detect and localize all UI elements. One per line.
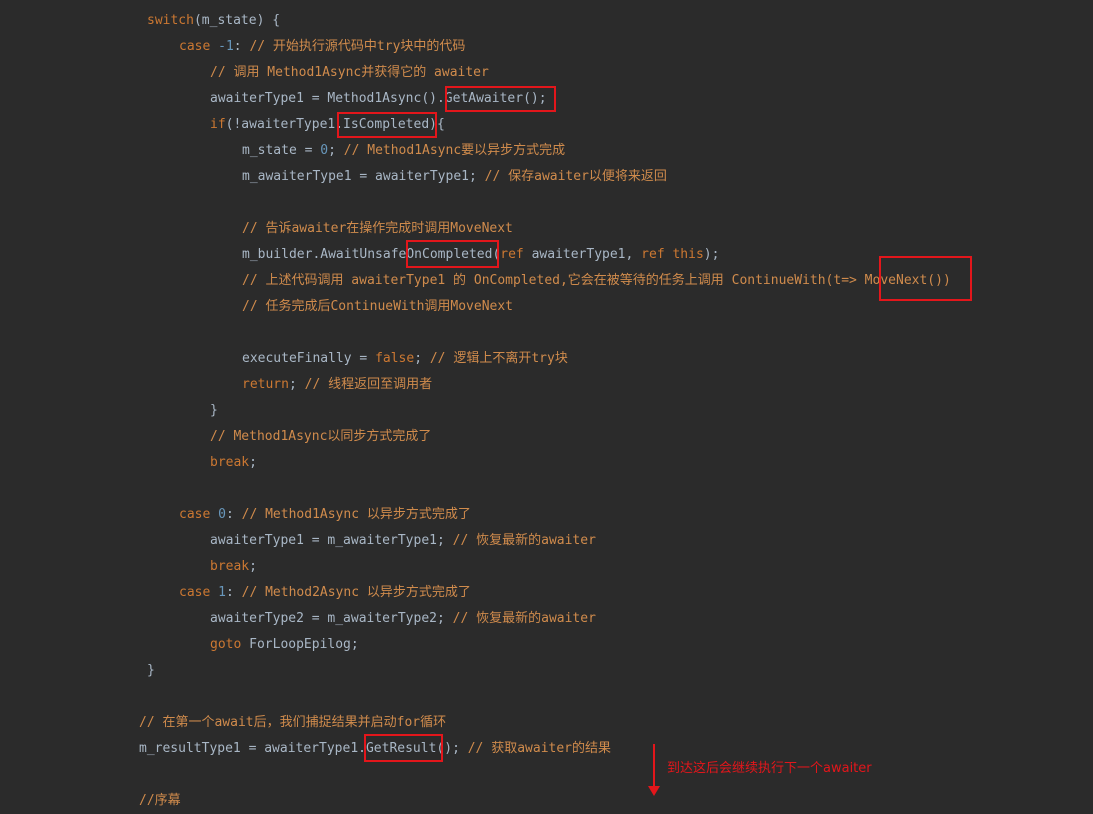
code-line: break; [210, 450, 257, 476]
code-token: // 逻辑上不离开try块 [429, 351, 568, 366]
code-token: // 获取awaiter的结果 [467, 741, 612, 756]
code-token: m_state = [242, 143, 321, 158]
code-token: // Method1Async以同步方式完成了 [210, 429, 432, 444]
code-token: // Method2Async 以异步方式完成了 [241, 585, 471, 600]
code-line: m_state = 0; // Method1Async要以异步方式完成 [242, 138, 565, 164]
highlight-iscompleted [337, 112, 437, 138]
code-line: awaiterType2 = m_awaiterType2; // 恢复最新的a… [210, 606, 596, 632]
code-editor: switch(m_state) {case -1: // 开始执行源代码中try… [0, 0, 1093, 808]
code-line: case -1: // 开始执行源代码中try块中的代码 [179, 34, 465, 60]
code-line: break; [210, 554, 257, 580]
code-token: awaiterType1 = m_awaiterType1; [210, 533, 453, 548]
code-token: // Method1Async 以异步方式完成了 [241, 507, 471, 522]
code-line: goto ForLoopEpilog; [210, 632, 359, 658]
code-token: case [179, 507, 219, 522]
code-line: switch(m_state) { [147, 8, 280, 34]
code-token: executeFinally = [242, 351, 376, 366]
code-line: // 任务完成后ContinueWith调用MoveNext [242, 294, 513, 320]
code-token: ; [328, 143, 344, 158]
code-token: // 恢复最新的awaiter [452, 611, 596, 626]
code-token: break [210, 559, 250, 574]
code-token: : [225, 507, 242, 522]
code-token: 0 [218, 507, 226, 522]
highlight-getawaiter [445, 86, 556, 112]
code-token: // 在第一个await后，我们捕捉结果并启动for循环 [139, 715, 447, 730]
code-token: ; [249, 559, 257, 574]
code-token: // 上述代码调用 awaiterType1 的 OnCompleted,它会在… [242, 273, 951, 288]
code-token: ForLoopEpilog; [249, 637, 359, 652]
code-token: goto [210, 637, 250, 652]
code-token: : [225, 585, 242, 600]
code-token: ; [414, 351, 430, 366]
code-line: } [210, 398, 218, 424]
code-token: // 线程返回至调用者 [304, 377, 433, 392]
code-token: // 开始执行源代码中try块中的代码 [249, 39, 466, 54]
code-token: case [179, 585, 219, 600]
code-line: // 在第一个await后，我们捕捉结果并启动for循环 [139, 710, 446, 736]
code-token: } [210, 403, 218, 418]
code-line: } [147, 658, 155, 684]
code-token: : [233, 39, 250, 54]
highlight-movenext [879, 256, 972, 301]
code-token: 0 [320, 143, 329, 158]
highlight-getresult [364, 734, 443, 762]
code-token: break [210, 455, 250, 470]
code-token: false [375, 351, 415, 366]
code-line: executeFinally = false; // 逻辑上不离开try块 [242, 346, 568, 372]
code-token: ); [703, 247, 720, 262]
highlight-oncompleted [406, 240, 499, 268]
code-token: if [210, 117, 226, 132]
code-line: case 0: // Method1Async 以异步方式完成了 [179, 502, 471, 528]
code-token: awaiterType2 = m_awaiterType2; [210, 611, 453, 626]
code-token: ; [288, 377, 305, 392]
code-token: } [147, 663, 155, 678]
code-line: m_awaiterType1 = awaiterType1; // 保存awai… [242, 164, 667, 190]
code-line: // Method1Async以同步方式完成了 [210, 424, 431, 450]
code-token: 1 [218, 585, 226, 600]
code-line: // 告诉awaiter在操作完成时调用MoveNext [242, 216, 513, 242]
code-token: switch [147, 13, 194, 28]
code-token: // 保存awaiter以便将来返回 [484, 169, 667, 184]
code-token: m_awaiterType1 = awaiterType1; [242, 169, 485, 184]
code-token: case [179, 39, 219, 54]
code-line: // 调用 Method1Async并获得它的 awaiter [210, 60, 489, 86]
code-line: // 上述代码调用 awaiterType1 的 OnCompleted,它会在… [242, 268, 951, 294]
code-token: this [672, 247, 704, 262]
code-token: // 恢复最新的awaiter [452, 533, 596, 548]
annotation-note: 到达这后会继续执行下一个awaiter [667, 761, 872, 776]
code-token: ref [641, 247, 673, 262]
code-token: //序幕 [139, 793, 181, 808]
code-token: // 告诉awaiter在操作完成时调用MoveNext [242, 221, 513, 236]
code-token: -1 [218, 39, 234, 54]
code-line: return; // 线程返回至调用者 [242, 372, 432, 398]
code-token: return [242, 377, 289, 392]
code-line: //序幕 [139, 788, 181, 814]
code-line: case 1: // Method2Async 以异步方式完成了 [179, 580, 471, 606]
code-token: // Method1Async要以异步方式完成 [343, 143, 566, 158]
code-line: awaiterType1 = m_awaiterType1; // 恢复最新的a… [210, 528, 596, 554]
down-arrow-icon [648, 786, 660, 796]
down-arrow-line [653, 744, 655, 788]
code-token: // 调用 Method1Async并获得它的 awaiter [210, 65, 489, 80]
code-token: awaiterType1, [531, 247, 642, 262]
code-token: // 任务完成后ContinueWith调用MoveNext [242, 299, 514, 314]
code-token: ref [500, 247, 532, 262]
code-token: (m_state) { [193, 13, 281, 28]
code-token: ; [249, 455, 257, 470]
